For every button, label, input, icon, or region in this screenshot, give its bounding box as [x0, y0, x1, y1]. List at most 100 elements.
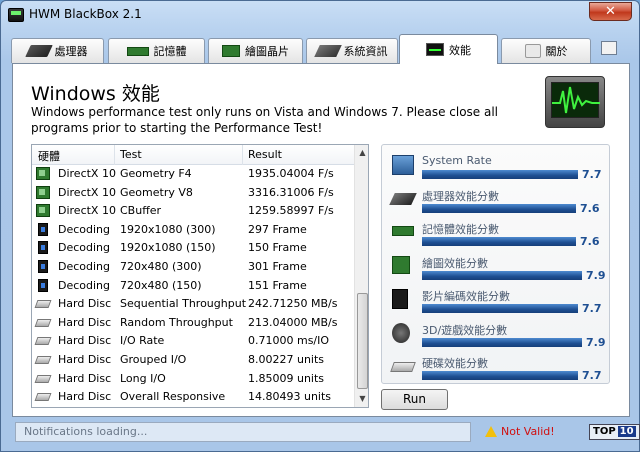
score-label: 記憶體效能分數	[422, 223, 499, 236]
score-value: 7.6	[580, 201, 600, 215]
cell-test: Sequential Throughput	[120, 297, 247, 311]
tab-gpu[interactable]: 繪圖晶片	[208, 38, 303, 63]
table-row[interactable]: DirectX 10 Geometry V8 3316.31006 F/s	[32, 184, 354, 203]
cell-hardware: Hard Disc	[58, 297, 112, 311]
table-header: 硬體 Test Result	[32, 145, 354, 165]
table-row[interactable]: DirectX 10 CBuffer 1259.58997 F/s	[32, 202, 354, 221]
tab-label: 系統資訊	[343, 45, 388, 58]
score-item: 處理器效能分數 7.6	[382, 187, 611, 221]
scroll-down-icon[interactable]: ▼	[355, 391, 368, 407]
results-table[interactable]: 硬體 Test Result DirectX 10 Geometry F4 1935…	[31, 144, 369, 408]
column-header-hardware[interactable]: 硬體	[38, 148, 60, 164]
heartbeat-graph-icon	[552, 86, 600, 114]
gpu-icon	[392, 255, 410, 274]
score-item: 影片編碼效能分數 7.7	[382, 287, 611, 321]
score-item: 繪圖效能分數 7.9	[382, 254, 611, 288]
cell-result: 242.71250 MB/s	[248, 297, 338, 311]
page-description: Windows performance test only runs on Vi…	[31, 105, 499, 135]
table-row[interactable]: Hard Disc Grouped I/O 8.00227 units	[32, 351, 354, 370]
directx-icon	[36, 204, 50, 218]
cell-test: Overall Responsive	[120, 390, 226, 404]
cell-test: Random Throughput	[120, 315, 233, 329]
page-title: Windows 效能	[31, 83, 160, 105]
memory-icon	[392, 226, 414, 236]
performance-panel: Windows 效能 Windows performance test only…	[12, 63, 630, 417]
table-scrollbar[interactable]: ▲ ▼	[354, 145, 368, 407]
column-header-test[interactable]: Test	[120, 148, 142, 161]
tab-label: 關於	[545, 45, 568, 58]
tab-label: 記憶體	[153, 45, 187, 58]
score-value: 7.7	[582, 302, 602, 315]
decoding-icon	[38, 241, 48, 255]
cell-test: 1920x1080 (150)	[120, 241, 216, 255]
scroll-up-icon[interactable]: ▲	[355, 145, 368, 161]
cell-test: CBuffer	[120, 204, 162, 218]
performance-monitor-icon	[545, 76, 605, 128]
gpu-icon	[222, 45, 240, 57]
title-bar: HWM BlackBox 2.1 ✕	[1, 1, 639, 29]
table-row[interactable]: Hard Disc Sequential Throughput 242.71250 …	[32, 295, 354, 314]
options-icon[interactable]	[601, 41, 617, 55]
table-row[interactable]: Decoding 720x480 (150) 151 Frame	[32, 277, 354, 296]
score-label: 繪圖效能分數	[422, 256, 488, 270]
memory-icon	[126, 46, 149, 56]
score-label: 處理器效能分數	[422, 189, 499, 203]
tab-bar: 處理器 記憶體 繪圖晶片 系統資訊 效能 關於	[11, 34, 631, 64]
run-button[interactable]: Run	[381, 389, 448, 410]
close-button[interactable]: ✕	[589, 2, 632, 21]
performance-icon	[426, 43, 444, 56]
score-bar	[422, 337, 582, 347]
about-icon	[524, 44, 541, 58]
cell-hardware: Hard Disc	[58, 334, 112, 348]
tab-about[interactable]: 關於	[501, 38, 591, 63]
cell-result: 1259.58997 F/s	[248, 204, 334, 218]
table-row[interactable]: Hard Disc Overall Responsive 14.80493 unit…	[32, 388, 354, 407]
cell-test: Long I/O	[120, 371, 166, 385]
decoding-icon	[38, 260, 48, 273]
system-info-icon	[313, 45, 342, 57]
table-row[interactable]: Hard Disc I/O Rate 0.71000 ms/IO	[32, 332, 354, 351]
cell-result: 1935.04004 F/s	[248, 167, 334, 180]
cell-hardware: Decoding	[58, 222, 111, 236]
top10-logo[interactable]: TOP 10	[589, 424, 640, 440]
score-item: 硬碟效能分數 7.7	[382, 354, 611, 388]
tab-cpu[interactable]: 處理器	[11, 38, 104, 63]
score-value: 7.7	[582, 168, 602, 181]
table-row[interactable]: Hard Disc Long I/O 1.85009 units	[32, 370, 354, 389]
score-bar	[422, 304, 578, 313]
cell-test: 720x480 (150)	[120, 278, 202, 292]
score-value: 7.7	[582, 369, 602, 382]
scroll-thumb[interactable]	[357, 293, 368, 389]
table-row[interactable]: Decoding 1920x1080 (150) 150 Frame	[32, 239, 354, 258]
hard-disc-icon	[34, 318, 52, 327]
score-item: 記憶體效能分數 7.6	[382, 220, 611, 254]
score-label: 3D/遊戲效能分數	[422, 323, 508, 337]
hard-disc-icon	[34, 356, 52, 364]
score-label: 硬碟效能分數	[422, 357, 488, 370]
cell-result: 297 Frame	[248, 222, 307, 236]
status-bar: Notifications loading... Not Valid! TOP 1…	[15, 422, 640, 444]
table-row[interactable]: Decoding 1920x1080 (300) 297 Frame	[32, 221, 354, 240]
cell-hardware: DirectX 10	[58, 185, 116, 199]
table-row[interactable]: DirectX 10 Geometry F4 1935.04004 F/s	[32, 165, 354, 184]
app-window: HWM BlackBox 2.1 ✕ 處理器 記憶體 繪圖晶片 系統資訊 效能 …	[0, 0, 640, 452]
cell-result: 1.85009 units	[248, 371, 325, 385]
cell-hardware: Hard Disc	[58, 353, 112, 366]
score-value: 7.9	[586, 268, 606, 282]
window-title: HWM BlackBox 2.1	[29, 7, 142, 21]
table-row[interactable]: Decoding 720x480 (300) 301 Frame	[32, 258, 354, 277]
cell-test: Geometry V8	[120, 185, 193, 199]
cell-result: 301 Frame	[248, 260, 307, 273]
tab-system-info[interactable]: 系統資訊	[306, 38, 398, 63]
tab-memory[interactable]: 記憶體	[108, 38, 205, 63]
score-value: 7.6	[580, 235, 600, 248]
table-row[interactable]: Hard Disc Random Throughput 213.04000 MB/s	[32, 314, 354, 333]
cell-hardware: DirectX 10	[58, 167, 116, 180]
column-header-result[interactable]: Result	[248, 148, 282, 161]
score-bar	[422, 270, 582, 280]
cell-result: 213.04000 MB/s	[248, 315, 338, 329]
tab-performance[interactable]: 效能	[399, 34, 498, 64]
cell-hardware: Hard Disc	[58, 315, 112, 329]
cell-test: I/O Rate	[120, 334, 165, 348]
tab-label: 處理器	[54, 45, 88, 58]
